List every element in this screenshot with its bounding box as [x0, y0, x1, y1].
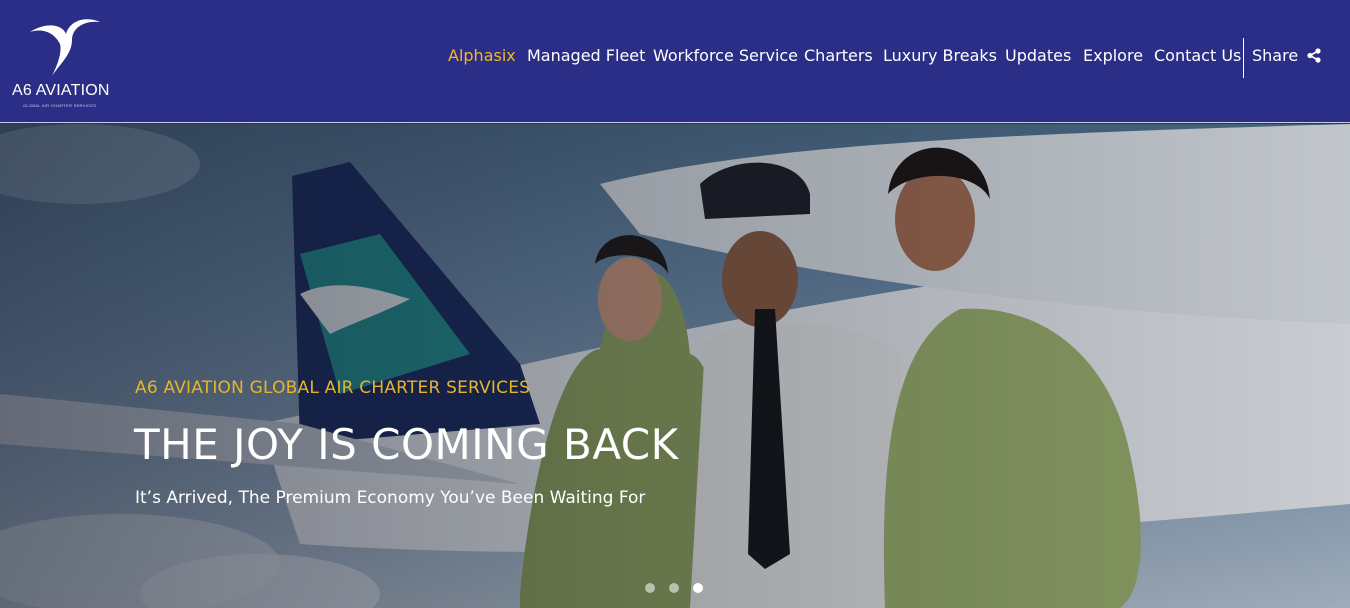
brand-logo[interactable]: A6 AVIATION GLOBAL AIR CHARTER SERVICES — [10, 14, 120, 114]
slider-dot-2[interactable] — [669, 583, 679, 593]
hero-kicker: A6 AVIATION GLOBAL AIR CHARTER SERVICES — [135, 378, 531, 398]
nav-item-workforce-service[interactable]: Workforce Service — [653, 46, 798, 66]
nav-item-alphasix[interactable]: Alphasix — [448, 46, 516, 66]
hero-slider: A6 AVIATION GLOBAL AIR CHARTER SERVICES … — [0, 124, 1350, 608]
nav-item-updates[interactable]: Updates — [1005, 46, 1071, 66]
brand-name: A6 AVIATION — [12, 82, 110, 99]
slider-dot-1[interactable] — [645, 583, 655, 593]
share-icon — [1307, 48, 1321, 63]
hero-subtitle: It’s Arrived, The Premium Economy You’ve… — [135, 488, 646, 508]
nav-item-managed-fleet[interactable]: Managed Fleet — [527, 46, 645, 66]
nav-item-luxury-breaks[interactable]: Luxury Breaks — [883, 46, 997, 66]
nav-item-charters[interactable]: Charters — [804, 46, 873, 66]
hero-overlay — [0, 124, 1350, 608]
nav-item-contact-us[interactable]: Contact Us — [1154, 46, 1241, 66]
hero-title: THE JOY IS COMING BACK — [134, 420, 679, 469]
brand-tagline: GLOBAL AIR CHARTER SERVICES — [23, 103, 97, 108]
nav-divider — [1243, 38, 1244, 78]
slider-dot-3[interactable] — [693, 583, 703, 593]
nav-item-explore[interactable]: Explore — [1083, 46, 1143, 66]
share-button[interactable]: Share — [1252, 46, 1321, 66]
site-header: A6 AVIATION GLOBAL AIR CHARTER SERVICES … — [0, 0, 1350, 123]
bird-logo-icon — [30, 19, 100, 76]
share-label: Share — [1252, 46, 1299, 65]
